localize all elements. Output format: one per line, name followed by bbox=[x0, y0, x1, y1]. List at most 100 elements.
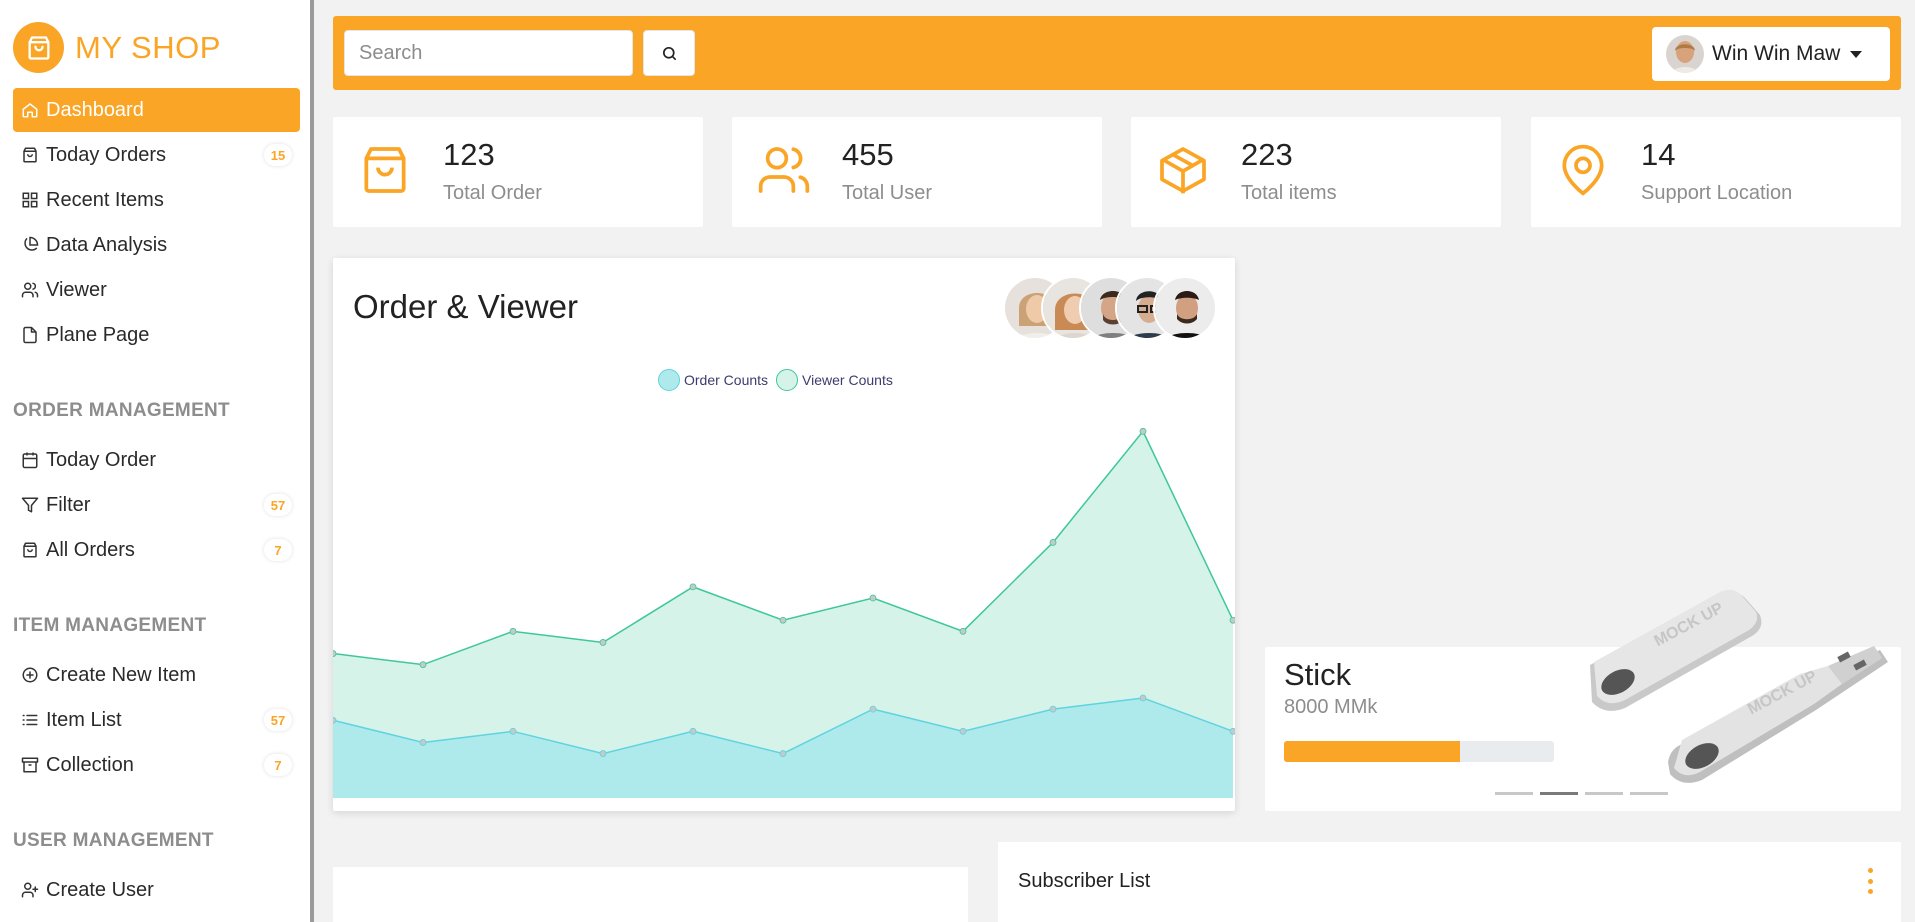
legend-label: Viewer Counts bbox=[802, 372, 893, 388]
sidebar-item-viewer[interactable]: Viewer bbox=[13, 268, 300, 312]
sidebar-item-create-new-item[interactable]: Create New Item bbox=[13, 653, 300, 697]
search-button[interactable] bbox=[643, 30, 695, 76]
bag-icon bbox=[20, 145, 40, 165]
sidebar-item-filter[interactable]: Filter 57 bbox=[13, 483, 300, 527]
progress-fill bbox=[1284, 741, 1460, 762]
sidebar-item-label: Viewer bbox=[46, 278, 107, 301]
sidebar-item-label: Create User bbox=[46, 878, 154, 901]
home-icon bbox=[20, 100, 40, 120]
brand[interactable]: MY SHOP bbox=[13, 22, 221, 73]
sidebar-item-collection[interactable]: Collection 7 bbox=[13, 743, 300, 787]
section-title-user-management: USER MANAGEMENT bbox=[13, 830, 214, 851]
data-point[interactable] bbox=[869, 705, 877, 713]
data-point[interactable] bbox=[1229, 616, 1235, 624]
brand-name: MY SHOP bbox=[75, 29, 221, 65]
data-point[interactable] bbox=[509, 627, 517, 635]
data-point[interactable] bbox=[689, 583, 697, 591]
stat-card-support-location: 14 Support Location bbox=[1531, 117, 1901, 227]
data-point[interactable] bbox=[1049, 705, 1057, 713]
stat-value: 223 bbox=[1241, 137, 1293, 172]
data-point[interactable] bbox=[1229, 727, 1235, 735]
data-point[interactable] bbox=[333, 650, 337, 657]
data-point[interactable] bbox=[959, 627, 967, 635]
caret-down-icon bbox=[1850, 50, 1863, 58]
product-name: Stick bbox=[1284, 657, 1352, 692]
sidebar-item-label: Today Orders bbox=[46, 143, 167, 166]
sidebar-item-label: Data Analysis bbox=[46, 233, 168, 256]
stat-label: Support Location bbox=[1641, 182, 1793, 204]
user-menu-button[interactable]: Win Win Maw bbox=[1652, 27, 1890, 81]
shop-bag-logo-icon bbox=[13, 22, 64, 73]
sidebar-item-label: Item List bbox=[46, 708, 122, 731]
more-options-icon[interactable] bbox=[1865, 868, 1875, 894]
legend-item-order-counts[interactable]: Order Counts bbox=[658, 369, 768, 391]
carousel-dot[interactable] bbox=[1585, 792, 1623, 795]
data-point[interactable] bbox=[869, 594, 877, 602]
plus-circle-icon bbox=[20, 665, 40, 685]
sidebar-item-label: Collection bbox=[46, 753, 134, 776]
data-point[interactable] bbox=[599, 639, 607, 646]
legend-item-viewer-counts[interactable]: Viewer Counts bbox=[776, 369, 893, 391]
sidebar-item-label: Create New Item bbox=[46, 663, 197, 686]
avatar-group[interactable] bbox=[1003, 276, 1217, 340]
sidebar-item-item-list[interactable]: Item List 57 bbox=[13, 698, 300, 742]
sidebar-item-label: Today Order bbox=[46, 448, 157, 471]
data-point[interactable] bbox=[419, 739, 427, 746]
grid-icon bbox=[20, 190, 40, 210]
stat-card-total-items: 223 Total items bbox=[1131, 117, 1501, 227]
data-point[interactable] bbox=[779, 616, 787, 624]
users-icon bbox=[20, 280, 40, 300]
stat-value: 123 bbox=[443, 137, 495, 172]
sidebar-item-create-user[interactable]: Create User bbox=[13, 868, 300, 912]
filter-icon bbox=[20, 495, 40, 515]
data-point[interactable] bbox=[779, 750, 787, 757]
chart-legend: Order Counts Viewer Counts bbox=[658, 369, 901, 391]
count-badge: 57 bbox=[264, 494, 292, 516]
data-point[interactable] bbox=[333, 716, 337, 724]
map-pin-icon bbox=[1562, 144, 1604, 196]
usb-stick-image: MOCK UP MOCK UP bbox=[1590, 589, 1888, 783]
progress-bar bbox=[1284, 741, 1554, 762]
sidebar-item-plane-page[interactable]: Plane Page bbox=[13, 313, 300, 357]
stat-card-total-order: 123 Total Order bbox=[333, 117, 703, 227]
stat-label: Total Order bbox=[443, 182, 542, 204]
bag-icon bbox=[20, 540, 40, 560]
stat-value: 14 bbox=[1641, 137, 1676, 172]
user-plus-icon bbox=[20, 880, 40, 900]
search-icon bbox=[662, 46, 676, 60]
data-point[interactable] bbox=[1139, 694, 1147, 702]
section-title-order-management: ORDER MANAGEMENT bbox=[13, 400, 230, 421]
calendar-icon bbox=[20, 450, 40, 470]
legend-swatch bbox=[658, 369, 680, 391]
legend-swatch bbox=[776, 369, 799, 391]
data-point[interactable] bbox=[959, 727, 967, 735]
subscriber-list-title: Subscriber List bbox=[1018, 870, 1151, 892]
carousel-dot-active[interactable] bbox=[1540, 792, 1578, 795]
sidebar-item-recent-items[interactable]: Recent Items bbox=[13, 178, 300, 222]
sidebar-item-dashboard[interactable]: Dashboard bbox=[13, 88, 300, 132]
sidebar-item-label: All Orders bbox=[46, 538, 135, 561]
box-icon bbox=[1160, 147, 1206, 194]
order-viewer-chart-card: Order & Viewer Order Counts Viewer Count… bbox=[333, 258, 1235, 811]
search-input[interactable] bbox=[344, 30, 633, 76]
data-point[interactable] bbox=[509, 727, 517, 735]
data-point[interactable] bbox=[599, 750, 607, 757]
data-point[interactable] bbox=[689, 727, 697, 735]
sidebar: MY SHOP Dashboard Today Orders 15 Recent… bbox=[0, 0, 314, 922]
sidebar-item-today-orders[interactable]: Today Orders 15 bbox=[13, 133, 300, 177]
avatar bbox=[1153, 276, 1217, 340]
sidebar-item-data-analysis[interactable]: Data Analysis bbox=[13, 223, 300, 267]
carousel-dot[interactable] bbox=[1495, 792, 1533, 795]
subscriber-list-card: Subscriber List bbox=[998, 842, 1901, 922]
area-chart bbox=[333, 427, 1235, 798]
data-point[interactable] bbox=[1139, 427, 1147, 435]
bottom-left-card bbox=[333, 867, 968, 922]
product-price: 8000 MMk bbox=[1284, 696, 1378, 718]
data-point[interactable] bbox=[1049, 539, 1057, 546]
data-point[interactable] bbox=[419, 661, 427, 669]
carousel-dot[interactable] bbox=[1630, 792, 1668, 795]
sidebar-item-today-order[interactable]: Today Order bbox=[13, 438, 300, 482]
sidebar-item-all-orders[interactable]: All Orders 7 bbox=[13, 528, 300, 572]
usb-stick-back: MOCK UP bbox=[1590, 589, 1762, 711]
archive-icon bbox=[20, 755, 40, 775]
